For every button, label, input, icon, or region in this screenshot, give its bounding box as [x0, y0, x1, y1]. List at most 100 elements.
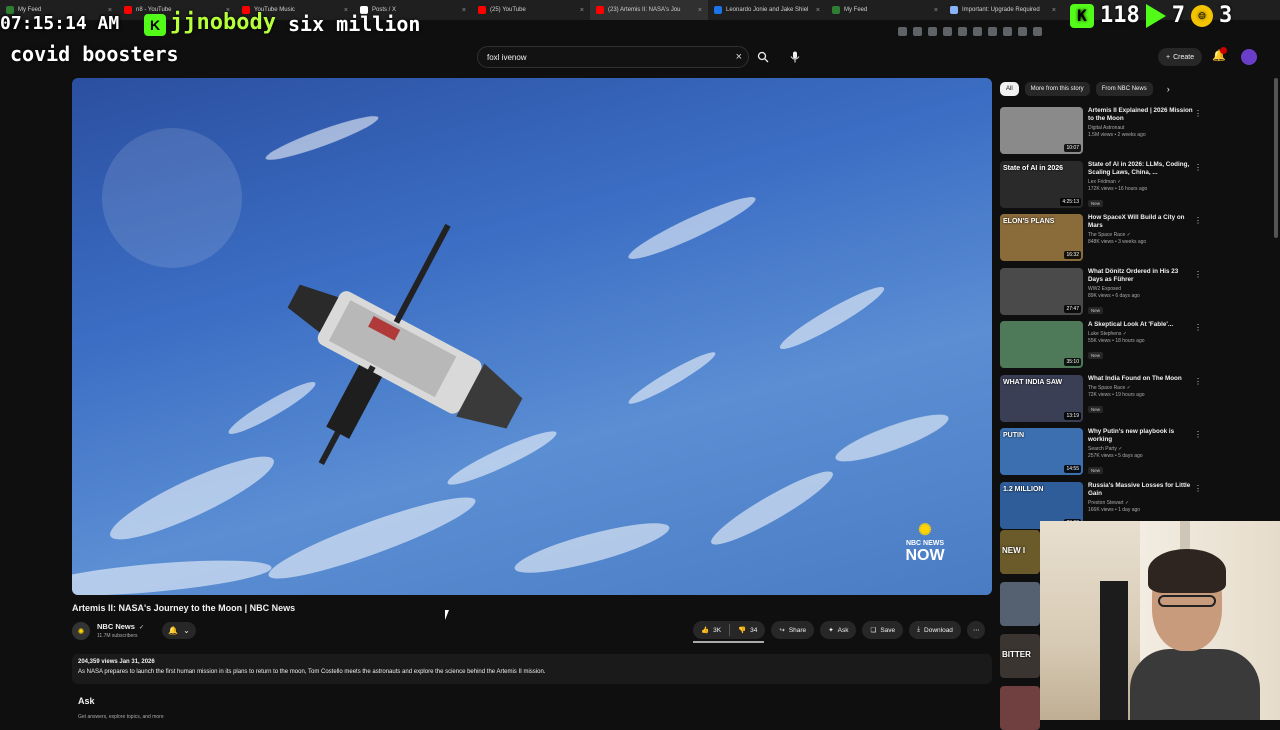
recommendation-info: State of AI in 2026: LLMs, Coding, Scali…	[1088, 161, 1194, 215]
download-button[interactable]: ⤓ Download	[909, 621, 961, 639]
share-button[interactable]: ↪ Share	[771, 621, 815, 639]
recommendation-title[interactable]: What Dönitz Ordered in His 23 Days as Fü…	[1088, 268, 1194, 284]
account-avatar[interactable]	[1241, 49, 1257, 65]
tab-close-icon[interactable]: ×	[698, 7, 702, 14]
ask-button[interactable]: ✦ Ask	[820, 621, 857, 639]
thumbnail-text: BITTER	[1002, 650, 1031, 659]
extension-icon[interactable]	[913, 27, 922, 36]
more-vertical-icon[interactable]: ⋮	[1194, 163, 1202, 172]
recommendation-item[interactable]: ELON'S PLANS 16:32 How SpaceX Will Build a…	[1000, 214, 1206, 268]
recommendation-title[interactable]: What India Found on The Moon	[1088, 375, 1194, 383]
create-button[interactable]: + Create	[1158, 48, 1203, 66]
recommendation-channel[interactable]: Search Party ✓	[1088, 446, 1194, 452]
more-vertical-icon[interactable]: ⋮	[1194, 377, 1202, 386]
tab-close-icon[interactable]: ×	[816, 7, 820, 14]
video-thumbnail[interactable]: ELON'S PLANS 16:32	[1000, 214, 1083, 261]
save-button[interactable]: ❏ Save	[862, 621, 904, 639]
search-button[interactable]	[749, 46, 777, 68]
video-thumbnail[interactable]: 27:47	[1000, 267, 1083, 315]
more-vertical-icon[interactable]: ⋮	[1194, 109, 1202, 118]
tab-favicon-icon	[596, 6, 604, 14]
recommendation-channel[interactable]: Preston Stewart ✓	[1088, 500, 1194, 506]
browser-tab[interactable]: Leonardo Jonie and Jake Shiel ×	[708, 0, 826, 20]
subscribed-notifications-button[interactable]: 🔔 ⌄	[162, 622, 196, 639]
video-actions: 👍 3K 👎 34 ↪ Share ✦ Ask ❏ Save ⤓ Downloa…	[693, 621, 986, 639]
tab-close-icon[interactable]: ×	[1052, 7, 1056, 14]
description-box[interactable]: 204,359 views Jan 31, 2026 As NASA prepa…	[72, 654, 992, 684]
more-vertical-icon[interactable]: ⋮	[1194, 216, 1202, 225]
recommendation-item[interactable]: PUTIN 14:55 Why Putin's new playbook is wo…	[1000, 428, 1206, 482]
more-vertical-icon[interactable]: ⋮	[1194, 484, 1202, 493]
extension-icon[interactable]	[958, 27, 967, 36]
page-scrollbar[interactable]	[1274, 78, 1278, 238]
tab-close-icon[interactable]: ×	[934, 7, 938, 14]
more-actions-button[interactable]: ⋯	[966, 621, 986, 639]
channel-avatar[interactable]: ✺	[72, 622, 90, 640]
more-vertical-icon[interactable]: ⋮	[1194, 323, 1202, 332]
extension-icon[interactable]	[898, 27, 907, 36]
extension-icon[interactable]	[1003, 27, 1012, 36]
tab-close-icon[interactable]: ×	[462, 7, 466, 14]
video-thumbnail[interactable]: 10:07	[1000, 107, 1083, 154]
extension-icon[interactable]	[1018, 27, 1027, 36]
video-thumbnail[interactable]: State of AI in 2026 4:25:13	[1000, 160, 1083, 208]
recommendation-info: What Dönitz Ordered in His 23 Days as Fü…	[1088, 268, 1194, 322]
extension-icon[interactable]	[928, 27, 937, 36]
recommendation-channel[interactable]: Digital Astronaut	[1088, 125, 1194, 131]
tab-label: n8 - YouTube	[136, 7, 172, 13]
dislike-button[interactable]: 👎 34	[730, 621, 765, 639]
video-thumbnail[interactable]: NEW I	[1000, 530, 1040, 574]
channel-name[interactable]: NBC News ✓	[97, 622, 144, 631]
filter-chip[interactable]: From NBC News	[1095, 82, 1153, 96]
clear-search-icon[interactable]: ×	[736, 51, 742, 63]
like-button[interactable]: 👍 3K	[693, 621, 729, 639]
webcam-person-body	[1130, 649, 1260, 720]
extension-icon[interactable]	[988, 27, 997, 36]
extension-icon[interactable]	[943, 27, 952, 36]
recommendation-title[interactable]: State of AI in 2026: LLMs, Coding, Scali…	[1088, 161, 1194, 177]
recommendation-item[interactable]: 27:47 What Dönitz Ordered in His 23 Days …	[1000, 267, 1206, 322]
recommendation-item[interactable]: 10:07 Artemis II Explained | 2026 Mission…	[1000, 107, 1206, 161]
recommendation-channel[interactable]: Luke Stephens ✓	[1088, 331, 1194, 337]
recommendation-channel[interactable]: Lex Fridman ✓	[1088, 179, 1194, 185]
filter-chip[interactable]: All	[1000, 82, 1019, 96]
video-thumbnail[interactable]	[1000, 686, 1040, 730]
video-player[interactable]: ✺ NBC NEWS NOW	[72, 78, 992, 595]
more-vertical-icon[interactable]: ⋮	[1194, 270, 1202, 279]
recommendation-title[interactable]: Why Putin's new playbook is working	[1088, 428, 1194, 444]
tab-favicon-icon	[714, 6, 722, 14]
recommendation-title[interactable]: A Skeptical Look At 'Fable'...	[1088, 321, 1194, 329]
tab-label: (23) Artemis II: NASA's Jou	[608, 7, 681, 13]
recommendation-title[interactable]: Russia's Massive Losses for Little Gain	[1088, 482, 1194, 498]
mouse-cursor-icon	[445, 610, 453, 620]
create-label: Create	[1173, 53, 1195, 61]
browser-tab[interactable]: (25) YouTube ×	[472, 0, 590, 20]
recommendation-item[interactable]: State of AI in 2026 4:25:13 State of AI in…	[1000, 160, 1206, 215]
browser-tab[interactable]: My Feed ×	[826, 0, 944, 20]
thumbnail-text: State of AI in 2026	[1003, 164, 1064, 172]
voice-search-button[interactable]	[784, 46, 806, 68]
recommendation-channel[interactable]: The Space Race ✓	[1088, 385, 1194, 391]
filter-chip[interactable]: More from this story	[1024, 82, 1090, 96]
more-vertical-icon[interactable]: ⋮	[1194, 430, 1202, 439]
search-input[interactable]: foxl ivenow ×	[477, 46, 749, 68]
recommendation-item[interactable]: 35:10 A Skeptical Look At 'Fable'... Luke …	[1000, 321, 1206, 375]
browser-tab[interactable]: Important: Upgrade Required ×	[944, 0, 1062, 20]
chevron-right-icon[interactable]: ›	[1167, 84, 1170, 94]
recommendation-title[interactable]: Artemis II Explained | 2026 Mission to t…	[1088, 107, 1194, 123]
spacecraft	[287, 223, 523, 466]
video-thumbnail[interactable]: BITTER	[1000, 634, 1040, 678]
video-thumbnail[interactable]	[1000, 582, 1040, 626]
recommendation-title[interactable]: How SpaceX Will Build a City on Mars	[1088, 214, 1194, 230]
tab-close-icon[interactable]: ×	[580, 7, 584, 14]
extension-icon[interactable]	[1033, 27, 1042, 36]
video-thumbnail[interactable]: WHAT INDIA SAW 13:19	[1000, 374, 1083, 422]
browser-tab[interactable]: (23) Artemis II: NASA's Jou ×	[590, 0, 708, 20]
recommendation-channel[interactable]: WW2 Exposed	[1088, 286, 1194, 292]
video-thumbnail[interactable]: 35:10	[1000, 321, 1083, 368]
recommendation-item[interactable]: WHAT INDIA SAW 13:19 What India Found on T…	[1000, 374, 1206, 429]
video-thumbnail[interactable]: PUTIN 14:55	[1000, 428, 1083, 475]
extension-icon[interactable]	[973, 27, 982, 36]
new-badge: New	[1088, 352, 1104, 359]
recommendation-channel[interactable]: The Space Race ✓	[1088, 232, 1194, 238]
